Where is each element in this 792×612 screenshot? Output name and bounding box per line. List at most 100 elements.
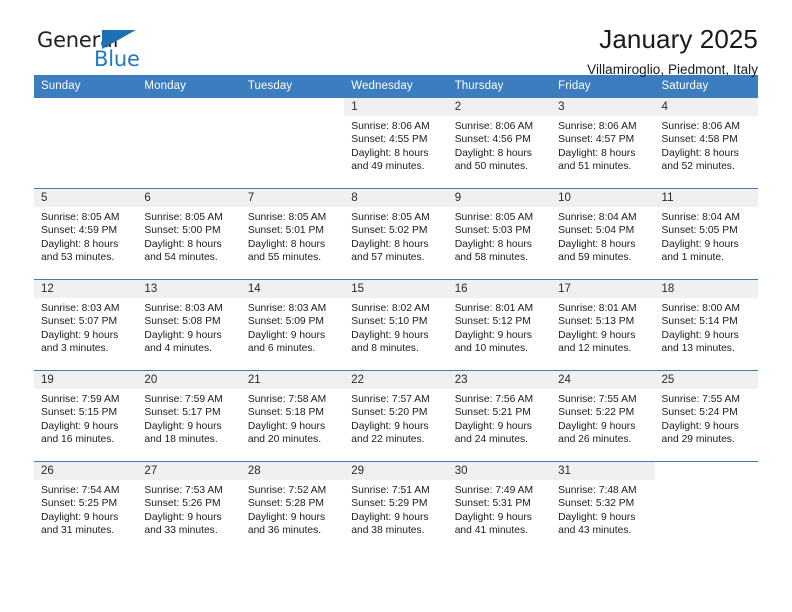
calendar-day-cell[interactable]: 2 Sunrise: 8:06 AM Sunset: 4:56 PM Daylight… bbox=[447, 97, 552, 189]
sunrise-time: Sunrise: 8:05 AM bbox=[41, 212, 120, 223]
daylight-duration-line2: and 36 minutes. bbox=[247, 525, 322, 537]
calendar-day-cell[interactable]: 13 Sunrise: 8:03 AM Sunset: 5:08 PM Dayligh… bbox=[137, 279, 241, 371]
sunset-time: Sunset: 5:07 PM bbox=[41, 316, 118, 328]
calendar-day-cell[interactable]: 30 Sunrise: 7:49 AM Sunset: 5:31 PM Dayligh… bbox=[447, 461, 552, 552]
day-details: Sunrise: 8:04 AM Sunset: 5:04 PM Daylight:… bbox=[551, 207, 654, 265]
calendar-day-cell[interactable]: 8 Sunrise: 8:05 AM Sunset: 5:02 PM Daylight… bbox=[344, 188, 448, 280]
sunrise-time: Sunrise: 8:06 AM bbox=[558, 121, 637, 132]
sunrise-time: Sunrise: 8:03 AM bbox=[41, 303, 120, 314]
sunset-time: Sunset: 5:09 PM bbox=[247, 316, 324, 328]
day-details: Sunrise: 7:59 AM Sunset: 5:17 PM Daylight:… bbox=[137, 389, 240, 447]
sunset-time: Sunset: 5:25 PM bbox=[41, 498, 118, 510]
calendar-day-cell[interactable]: 16 Sunrise: 8:01 AM Sunset: 5:12 PM Dayligh… bbox=[447, 279, 552, 371]
page-header: General Blue January 2025 Villamiroglio,… bbox=[34, 0, 758, 77]
day-number: 12 bbox=[34, 280, 138, 298]
sunset-time: Sunset: 5:00 PM bbox=[144, 225, 221, 237]
calendar-day-cell[interactable]: 21 Sunrise: 7:58 AM Sunset: 5:18 PM Dayligh… bbox=[240, 370, 345, 462]
daylight-duration-line2: and 29 minutes. bbox=[661, 434, 735, 446]
weekday-header-wednesday: Wednesday bbox=[344, 75, 448, 98]
sunrise-time: Sunrise: 8:06 AM bbox=[454, 121, 534, 132]
day-number: 22 bbox=[344, 371, 448, 389]
day-number: 16 bbox=[447, 280, 552, 298]
daylight-duration-line2: and 16 minutes. bbox=[41, 434, 115, 446]
weekday-header-saturday: Saturday bbox=[654, 75, 758, 98]
calendar-day-cell[interactable]: 3 Sunrise: 8:06 AM Sunset: 4:57 PM Daylight… bbox=[551, 97, 655, 189]
calendar-day-cell[interactable]: 9 Sunrise: 8:05 AM Sunset: 5:03 PM Daylight… bbox=[447, 188, 552, 280]
calendar-day-cell[interactable]: 4 Sunrise: 8:06 AM Sunset: 4:58 PM Daylight… bbox=[654, 97, 758, 189]
daylight-duration-line2: and 8 minutes. bbox=[351, 343, 419, 355]
sunrise-time: Sunrise: 7:59 AM bbox=[144, 394, 223, 405]
calendar-day-cell[interactable]: 27 Sunrise: 7:53 AM Sunset: 5:26 PM Dayligh… bbox=[137, 461, 241, 552]
calendar-week-row: 1 Sunrise: 8:06 AM Sunset: 4:55 PM Daylight… bbox=[34, 97, 758, 189]
sunset-time: Sunset: 5:18 PM bbox=[247, 407, 324, 419]
calendar-day-cell[interactable]: 5 Sunrise: 8:05 AM Sunset: 4:59 PM Daylight… bbox=[34, 188, 138, 280]
daylight-duration-line1: Daylight: 9 hours bbox=[351, 420, 429, 432]
calendar-day-cell[interactable]: 28 Sunrise: 7:52 AM Sunset: 5:28 PM Dayligh… bbox=[240, 461, 345, 552]
calendar-day-cell[interactable]: 24 Sunrise: 7:55 AM Sunset: 5:22 PM Dayligh… bbox=[551, 370, 655, 462]
daylight-duration-line2: and 52 minutes. bbox=[661, 161, 735, 173]
calendar-day-cell[interactable]: 23 Sunrise: 7:56 AM Sunset: 5:21 PM Dayligh… bbox=[447, 370, 552, 462]
sunrise-time: Sunrise: 7:54 AM bbox=[41, 485, 120, 496]
day-number: 11 bbox=[654, 189, 758, 207]
daylight-duration-line2: and 10 minutes. bbox=[454, 343, 528, 355]
calendar-day-cell[interactable]: 15 Sunrise: 8:02 AM Sunset: 5:10 PM Dayligh… bbox=[344, 279, 448, 371]
calendar-day-cell[interactable]: 18 Sunrise: 8:00 AM Sunset: 5:14 PM Dayligh… bbox=[654, 279, 758, 371]
day-details: Sunrise: 8:06 AM Sunset: 4:56 PM Daylight:… bbox=[448, 116, 551, 174]
day-details: Sunrise: 8:06 AM Sunset: 4:57 PM Daylight:… bbox=[551, 116, 654, 174]
sunset-time: Sunset: 4:57 PM bbox=[558, 134, 635, 146]
sunrise-time: Sunrise: 7:58 AM bbox=[247, 394, 327, 405]
calendar-day-cell[interactable]: 22 Sunrise: 7:57 AM Sunset: 5:20 PM Dayligh… bbox=[344, 370, 448, 462]
daylight-duration-line1: Daylight: 9 hours bbox=[41, 511, 119, 523]
sunrise-time: Sunrise: 8:04 AM bbox=[558, 212, 637, 223]
calendar-day-cell[interactable]: 12 Sunrise: 8:03 AM Sunset: 5:07 PM Dayligh… bbox=[34, 279, 138, 371]
sunset-time: Sunset: 4:55 PM bbox=[351, 134, 428, 146]
daylight-duration-line2: and 43 minutes. bbox=[558, 525, 632, 537]
day-number: 29 bbox=[344, 462, 448, 480]
sunrise-time: Sunrise: 7:55 AM bbox=[661, 394, 740, 405]
day-details: Sunrise: 7:58 AM Sunset: 5:18 PM Daylight:… bbox=[241, 389, 344, 447]
day-number: 17 bbox=[551, 280, 655, 298]
calendar-day-cell[interactable]: 29 Sunrise: 7:51 AM Sunset: 5:29 PM Dayligh… bbox=[344, 461, 448, 552]
calendar-day-cell[interactable]: 14 Sunrise: 8:03 AM Sunset: 5:09 PM Dayligh… bbox=[240, 279, 345, 371]
day-details: Sunrise: 8:00 AM Sunset: 5:14 PM Daylight:… bbox=[655, 298, 758, 356]
calendar-page: General Blue January 2025 Villamiroglio,… bbox=[0, 0, 792, 612]
day-details: Sunrise: 7:52 AM Sunset: 5:28 PM Daylight:… bbox=[241, 480, 344, 538]
title-block: January 2025 Villamiroglio, Piedmont, It… bbox=[587, 25, 758, 77]
calendar-day-cell[interactable]: 10 Sunrise: 8:04 AM Sunset: 5:04 PM Dayligh… bbox=[551, 188, 655, 280]
daylight-duration-line1: Daylight: 9 hours bbox=[558, 329, 636, 341]
day-number: 6 bbox=[137, 189, 241, 207]
calendar-day-cell[interactable]: 19 Sunrise: 7:59 AM Sunset: 5:15 PM Dayligh… bbox=[34, 370, 138, 462]
sunset-time: Sunset: 5:08 PM bbox=[144, 316, 221, 328]
calendar-day-cell[interactable]: 31 Sunrise: 7:48 AM Sunset: 5:32 PM Dayligh… bbox=[551, 461, 655, 552]
sunset-time: Sunset: 5:02 PM bbox=[351, 225, 428, 237]
sunset-time: Sunset: 5:05 PM bbox=[661, 225, 738, 237]
sunset-time: Sunset: 5:13 PM bbox=[558, 316, 635, 328]
calendar-day-cell[interactable]: 6 Sunrise: 8:05 AM Sunset: 5:00 PM Daylight… bbox=[137, 188, 241, 280]
day-details: Sunrise: 8:06 AM Sunset: 4:55 PM Daylight:… bbox=[344, 116, 447, 174]
calendar-day-cell[interactable]: 20 Sunrise: 7:59 AM Sunset: 5:17 PM Dayligh… bbox=[137, 370, 241, 462]
sunrise-time: Sunrise: 7:53 AM bbox=[144, 485, 223, 496]
day-details: Sunrise: 8:05 AM Sunset: 4:59 PM Daylight:… bbox=[34, 207, 137, 265]
sunrise-time: Sunrise: 8:01 AM bbox=[454, 303, 534, 314]
calendar-day-cell[interactable]: 1 Sunrise: 8:06 AM Sunset: 4:55 PM Daylight… bbox=[344, 97, 448, 189]
day-number: 10 bbox=[551, 189, 655, 207]
sunrise-time: Sunrise: 7:48 AM bbox=[558, 485, 637, 496]
sunset-time: Sunset: 5:32 PM bbox=[558, 498, 635, 510]
day-number: 19 bbox=[34, 371, 138, 389]
calendar-day-cell[interactable]: 7 Sunrise: 8:05 AM Sunset: 5:01 PM Daylight… bbox=[240, 188, 345, 280]
sunrise-time: Sunrise: 7:49 AM bbox=[454, 485, 534, 496]
daylight-duration-line1: Daylight: 8 hours bbox=[661, 147, 739, 159]
calendar-day-cell[interactable]: 17 Sunrise: 8:01 AM Sunset: 5:13 PM Dayligh… bbox=[551, 279, 655, 371]
day-details: Sunrise: 7:53 AM Sunset: 5:26 PM Daylight:… bbox=[137, 480, 240, 538]
sunrise-time: Sunrise: 7:55 AM bbox=[558, 394, 637, 405]
calendar-day-cell[interactable]: 11 Sunrise: 8:04 AM Sunset: 5:05 PM Dayligh… bbox=[654, 188, 758, 280]
day-number bbox=[240, 98, 345, 116]
daylight-duration-line1: Daylight: 9 hours bbox=[661, 420, 739, 432]
day-number: 9 bbox=[447, 189, 552, 207]
calendar-day-cell[interactable]: 26 Sunrise: 7:54 AM Sunset: 5:25 PM Dayligh… bbox=[34, 461, 138, 552]
day-details: Sunrise: 7:54 AM Sunset: 5:25 PM Daylight:… bbox=[34, 480, 137, 538]
calendar-week-row: 26 Sunrise: 7:54 AM Sunset: 5:25 PM Dayligh… bbox=[34, 461, 758, 552]
weekday-header-tuesday: Tuesday bbox=[240, 75, 345, 98]
daylight-duration-line1: Daylight: 8 hours bbox=[41, 238, 119, 250]
calendar-day-cell[interactable]: 25 Sunrise: 7:55 AM Sunset: 5:24 PM Dayligh… bbox=[654, 370, 758, 462]
